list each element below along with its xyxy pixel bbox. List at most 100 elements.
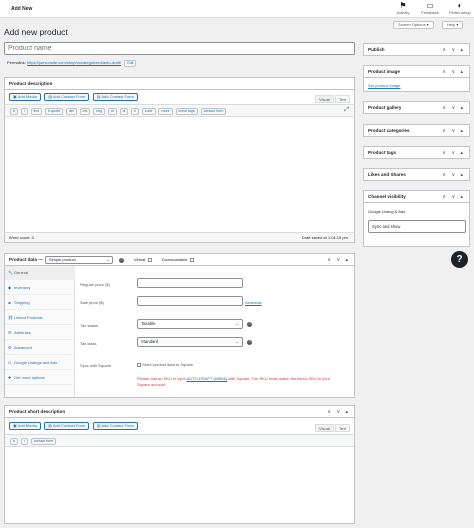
sync-square-checkbox[interactable] — [137, 362, 141, 367]
qt-img[interactable]: img — [93, 108, 105, 115]
add-contact-form-label: Add Contact Form — [52, 94, 86, 99]
publish-box[interactable]: Publish ∧ ∨ ▴ — [363, 43, 470, 56]
qt-italic[interactable]: i — [20, 108, 28, 115]
product-categories-header: Product categories ∧ ∨ ▴ — [364, 125, 469, 137]
tab-get-more-options[interactable]: ✚ Get more options — [5, 371, 75, 385]
qt-bold[interactable]: b — [10, 108, 18, 115]
schedule-link[interactable]: Schedule — [245, 300, 262, 305]
panel-arrows[interactable]: ∧ ∨ ▴ — [327, 254, 350, 266]
tab-text[interactable]: Text — [335, 424, 351, 432]
short-description-editor[interactable] — [5, 447, 354, 523]
panel-arrows[interactable]: ∧ ∨ ▴ — [442, 44, 465, 56]
product-type-value: Simple product — [49, 257, 76, 262]
qt-ul[interactable]: ul — [107, 108, 117, 115]
tab-google-listings[interactable]: G Google Listings and Ads — [5, 356, 75, 370]
sync-square-field[interactable]: Send product data to Square — [137, 362, 193, 367]
tax-class-select[interactable]: Standard ⌄ — [137, 337, 243, 347]
set-product-image-link[interactable]: Set product image — [368, 83, 400, 88]
tab-inventory-label: Inventory — [14, 285, 31, 290]
square-notice-link[interactable]: AUTO-DRAFT (#5856) — [187, 376, 228, 381]
add-contact-form-label: Add Contact Form — [52, 423, 86, 428]
sync-square-label: Sync with Square — [80, 363, 112, 368]
qt-link[interactable]: link — [30, 108, 42, 115]
downloadable-checkbox[interactable] — [189, 257, 194, 262]
qt-italic[interactable]: i — [20, 438, 28, 445]
product-tags-box[interactable]: Product tags ∧ ∨ ▴ — [363, 146, 470, 159]
add-contact-form-button-2[interactable]: ▤ Add Contact Form — [92, 422, 138, 430]
publish-header: Publish ∧ ∨ ▴ — [364, 44, 469, 56]
feedback-button[interactable]: ▭ Feedback — [419, 1, 441, 15]
add-media-button[interactable]: ▣ Add Media — [9, 422, 41, 430]
qt-li[interactable]: li — [131, 108, 139, 115]
tab-attributes[interactable]: ☰ Attributes — [5, 326, 75, 340]
panel-arrows[interactable]: ∧ ∨ ▴ — [442, 66, 465, 78]
product-name-input[interactable] — [4, 42, 355, 55]
qt-bold[interactable]: b — [10, 438, 18, 445]
tab-inventory[interactable]: ◆ Inventory — [5, 281, 75, 295]
tab-text[interactable]: Text — [335, 95, 351, 103]
tab-visual[interactable]: Visual — [315, 424, 334, 432]
product-gallery-header: Product gallery ∧ ∨ ▴ — [364, 102, 469, 114]
tab-general[interactable]: 🔧 General — [5, 266, 75, 280]
channel-visibility-value: Sync and show — [372, 224, 401, 229]
add-contact-form-button[interactable]: ▤ Add Contact Form — [44, 93, 90, 101]
qt-contact-form[interactable]: contact form — [200, 108, 227, 115]
add-contact-form-button[interactable]: ▤ Add Contact Form — [44, 422, 90, 430]
channel-visibility-select[interactable]: Sync and show — [368, 220, 466, 233]
list-icon: ☰ — [8, 330, 12, 335]
short-description-title: Product short description — [9, 409, 66, 414]
finish-setup-button[interactable]: ◐ Finish setup — [447, 1, 473, 15]
regular-price-input[interactable] — [137, 278, 243, 288]
fullscreen-icon[interactable]: ⤢ — [344, 107, 349, 114]
help-button[interactable]: Help ▾ — [442, 21, 464, 29]
product-type-select[interactable]: Simple product ⌄ — [45, 256, 113, 264]
permalink-url[interactable]: https://juevonsite.com/shop/uncategorize… — [27, 60, 121, 65]
product-categories-title: Product categories — [368, 128, 410, 133]
qt-bquote[interactable]: b-quote — [44, 108, 64, 115]
tab-visual[interactable]: Visual — [315, 95, 334, 103]
qt-close-tags[interactable]: close tags — [175, 108, 198, 115]
panel-arrows[interactable]: ∧ ∨ ▴ — [442, 125, 465, 137]
add-contact-form-button-2[interactable]: ▤ Add Contact Form — [92, 93, 138, 101]
product-gallery-box[interactable]: Product gallery ∧ ∨ ▴ — [363, 101, 470, 114]
qt-ol[interactable]: ol — [119, 108, 129, 115]
qt-code[interactable]: code — [141, 108, 156, 115]
qt-del[interactable]: del — [65, 108, 77, 115]
screen-options-button[interactable]: Screen Options ▾ — [393, 21, 434, 29]
panel-arrows[interactable]: ∧ ∨ ▴ — [442, 191, 465, 203]
description-editor[interactable] — [5, 117, 354, 232]
product-data-tabs: 🔧 General ◆ Inventory ▰ Shipping ⛓ Linked Pr… — [5, 266, 75, 397]
panel-arrows[interactable]: ∧ ∨ ▴ — [442, 147, 465, 159]
tax-class-label: Tax class — [80, 341, 97, 346]
product-categories-box[interactable]: Product categories ∧ ∨ ▴ — [363, 124, 470, 137]
panel-arrows[interactable]: ∧ ∨ ▴ — [442, 102, 465, 114]
tab-shipping[interactable]: ▰ Shipping — [5, 296, 75, 310]
activity-button[interactable]: ⚑ Activity — [392, 1, 414, 15]
qt-contact-form[interactable]: contact form — [30, 438, 57, 445]
feedback-label: Feedback — [421, 10, 439, 15]
square-notice-text: Please add an SKU to sync — [137, 376, 186, 381]
help-icon: ? — [247, 340, 252, 345]
sale-price-input[interactable] — [137, 296, 243, 306]
virtual-checkbox[interactable] — [147, 257, 152, 262]
tab-linked-products[interactable]: ⛓ Linked Products — [5, 311, 75, 325]
tax-status-select[interactable]: Taxable ⌄ — [137, 319, 243, 329]
floating-help-button[interactable]: ? — [451, 251, 468, 268]
sync-square-checkbox-label: Send product data to Square — [142, 362, 194, 367]
product-image-box: Product image ∧ ∨ ▴ Set product image — [363, 65, 470, 92]
tab-advanced[interactable]: ⚙ Advanced — [5, 341, 75, 355]
virtual-field[interactable]: Virtual: — [134, 254, 152, 266]
product-gallery-title: Product gallery — [368, 105, 402, 110]
qt-more[interactable]: more — [158, 108, 173, 115]
permalink-edit-button[interactable]: Edit — [124, 60, 137, 67]
add-contact-form-label-2: Add Contact Form — [101, 94, 134, 99]
panel-arrows[interactable]: ∧ ∨ ▴ — [442, 169, 465, 181]
qt-ins[interactable]: ins — [79, 108, 91, 115]
gear-icon: ⚙ — [8, 345, 12, 350]
likes-shares-box[interactable]: Likes and Shares ∧ ∨ ▴ — [363, 168, 470, 181]
chevron-down-icon: ⌄ — [235, 321, 239, 326]
panel-arrows[interactable]: ∧ ∨ ▴ — [327, 406, 350, 418]
page-title: Add new product — [4, 27, 68, 37]
add-media-button[interactable]: ▣ Add Media — [9, 93, 41, 101]
downloadable-field[interactable]: Downloadable: — [162, 254, 194, 266]
